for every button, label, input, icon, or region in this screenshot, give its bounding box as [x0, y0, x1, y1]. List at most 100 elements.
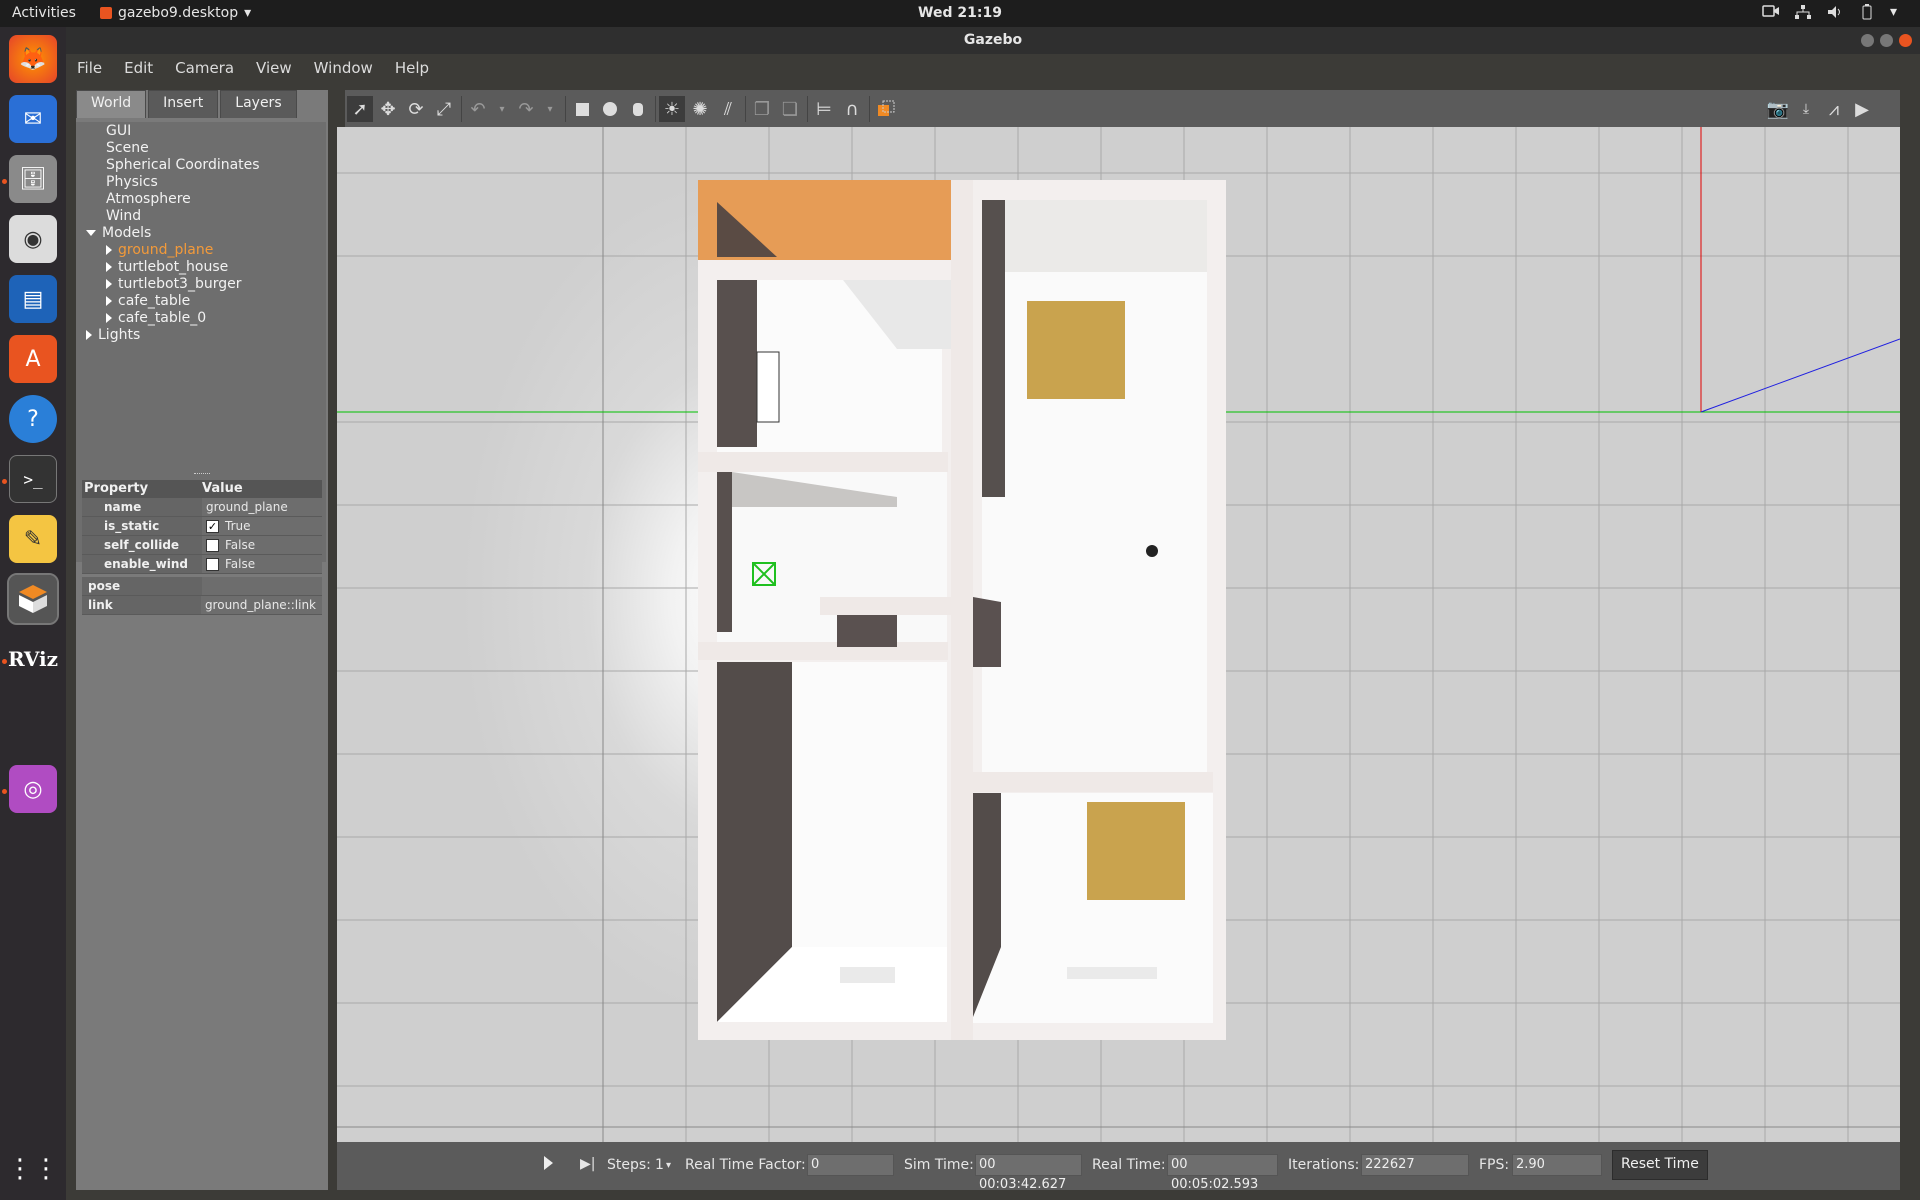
real-time-label: Real Time:: [1092, 1157, 1166, 1173]
copy-icon[interactable]: ❐: [749, 96, 775, 122]
property-key: name: [82, 498, 202, 516]
video-icon[interactable]: ◎: [9, 765, 57, 813]
help-icon[interactable]: ?: [9, 395, 57, 443]
firefox-icon[interactable]: 🦊: [9, 35, 57, 83]
menu-help[interactable]: Help: [384, 54, 440, 84]
video-record-icon[interactable]: ▶: [1849, 96, 1875, 122]
play-icon[interactable]: [544, 1156, 553, 1170]
directional-light-icon[interactable]: ⫽: [715, 96, 741, 122]
libreoffice-writer-icon[interactable]: ▤: [9, 275, 57, 323]
box-shape-icon[interactable]: [569, 96, 595, 122]
cylinder-shape-icon[interactable]: [625, 96, 651, 122]
tree-item-lights[interactable]: Lights: [86, 327, 140, 344]
show-applications-icon[interactable]: ⋮⋮: [7, 1145, 59, 1193]
tree-item-physics[interactable]: Physics: [106, 174, 158, 191]
property-row-enable-wind[interactable]: enable_wind False: [82, 555, 322, 574]
files-icon[interactable]: 🗄: [9, 155, 57, 203]
spot-light-icon[interactable]: ✺: [687, 96, 713, 122]
tree-item-model[interactable]: cafe_table_0: [106, 310, 206, 327]
sphere-shape-icon[interactable]: [597, 96, 623, 122]
tab-insert[interactable]: Insert: [148, 90, 219, 118]
software-center-icon[interactable]: A: [9, 335, 57, 383]
link-label: link: [88, 598, 113, 612]
camera-indicator-icon: [1762, 4, 1780, 20]
tree-item-spherical-coordinates[interactable]: Spherical Coordinates: [106, 157, 260, 174]
property-key: pose: [82, 577, 202, 595]
property-row-name[interactable]: name ground_plane: [82, 498, 322, 517]
terminal-icon[interactable]: >_: [9, 455, 57, 503]
property-row-is-static[interactable]: is_static ✓ True: [82, 517, 322, 536]
menu-camera[interactable]: Camera: [164, 54, 245, 84]
expand-right-icon[interactable]: [106, 279, 112, 289]
is-static-checkbox[interactable]: ✓: [206, 520, 219, 533]
property-value: ground_plane: [202, 498, 322, 516]
tab-layers[interactable]: Layers: [220, 90, 297, 118]
redo-history-icon[interactable]: ▾: [537, 96, 563, 122]
tree-item-scene[interactable]: Scene: [106, 140, 149, 157]
gazebo-icon[interactable]: [7, 573, 59, 625]
undo-icon[interactable]: ↶: [465, 96, 491, 122]
translate-mode-icon[interactable]: ✥: [375, 96, 401, 122]
property-key: is_static: [82, 517, 202, 535]
fps-value: 2.90: [1512, 1154, 1602, 1176]
expand-right-icon[interactable]: [106, 262, 112, 272]
close-button[interactable]: [1899, 34, 1912, 47]
steps-spinner[interactable]: 1: [655, 1157, 664, 1173]
tree-item-model[interactable]: ground_plane: [106, 242, 213, 259]
expand-down-icon[interactable]: [86, 230, 96, 236]
property-row-pose[interactable]: pose: [82, 577, 322, 596]
menu-edit[interactable]: Edit: [113, 54, 164, 84]
tree-item-model[interactable]: turtlebot3_burger: [106, 276, 241, 293]
tab-world[interactable]: World: [76, 90, 147, 118]
change-view-icon[interactable]: [873, 96, 899, 122]
property-value: True: [225, 519, 251, 533]
expand-right-icon[interactable]: [86, 330, 92, 340]
thunderbird-icon[interactable]: ✉: [9, 95, 57, 143]
model-label: cafe_table: [118, 293, 191, 309]
reset-time-button[interactable]: Reset Time: [1612, 1150, 1708, 1180]
scene-viewport[interactable]: [337, 127, 1900, 1142]
paste-icon[interactable]: ❏: [777, 96, 803, 122]
maximize-button[interactable]: [1880, 34, 1893, 47]
property-row-link[interactable]: link ground_plane::link: [82, 596, 322, 615]
property-row-self-collide[interactable]: self_collide False: [82, 536, 322, 555]
menu-view[interactable]: View: [245, 54, 303, 84]
undo-history-icon[interactable]: ▾: [489, 96, 515, 122]
tree-item-model[interactable]: cafe_table: [106, 293, 190, 310]
expand-right-icon[interactable]: [106, 245, 112, 255]
text-editor-icon[interactable]: ✎: [9, 515, 57, 563]
rviz-icon[interactable]: RViz: [8, 635, 58, 683]
rhythmbox-icon[interactable]: ◉: [9, 215, 57, 263]
fps-label: FPS:: [1479, 1157, 1510, 1173]
splitter-handle[interactable]: [194, 473, 210, 476]
snap-icon[interactable]: ∩: [839, 96, 865, 122]
self-collide-checkbox[interactable]: [206, 539, 219, 552]
expand-right-icon[interactable]: [106, 296, 112, 306]
screenshot-icon[interactable]: 📷: [1765, 96, 1791, 122]
tree-item-models[interactable]: Models: [86, 225, 151, 242]
steps-chevron-icon[interactable]: ▾: [666, 1160, 671, 1171]
rotate-mode-icon[interactable]: ⟳: [403, 96, 429, 122]
select-mode-icon[interactable]: ➚: [347, 96, 373, 122]
redo-icon[interactable]: ↷: [513, 96, 539, 122]
plot-icon[interactable]: ⩘: [1821, 96, 1847, 122]
scale-mode-icon[interactable]: ⤢: [431, 96, 457, 122]
tree-item-gui[interactable]: GUI: [106, 123, 131, 140]
log-icon[interactable]: ⤓: [1793, 96, 1819, 122]
menu-file[interactable]: File: [66, 54, 113, 84]
pose-label: pose: [88, 579, 121, 593]
system-tray[interactable]: ▾: [1762, 4, 1908, 20]
model-label: turtlebot3_burger: [118, 276, 242, 292]
menu-window[interactable]: Window: [303, 54, 384, 84]
align-icon[interactable]: ⊨: [811, 96, 837, 122]
tree-item-model[interactable]: turtlebot_house: [106, 259, 228, 276]
expand-right-icon[interactable]: [106, 313, 112, 323]
step-icon[interactable]: ▶|: [580, 1156, 595, 1172]
tree-item-wind[interactable]: Wind: [106, 208, 141, 225]
enable-wind-checkbox[interactable]: [206, 558, 219, 571]
models-label: Models: [102, 225, 152, 241]
tree-item-atmosphere[interactable]: Atmosphere: [106, 191, 191, 208]
point-light-icon[interactable]: ☀: [659, 96, 685, 122]
minimize-button[interactable]: [1861, 34, 1874, 47]
clock[interactable]: Wed 21:19: [0, 5, 1920, 21]
